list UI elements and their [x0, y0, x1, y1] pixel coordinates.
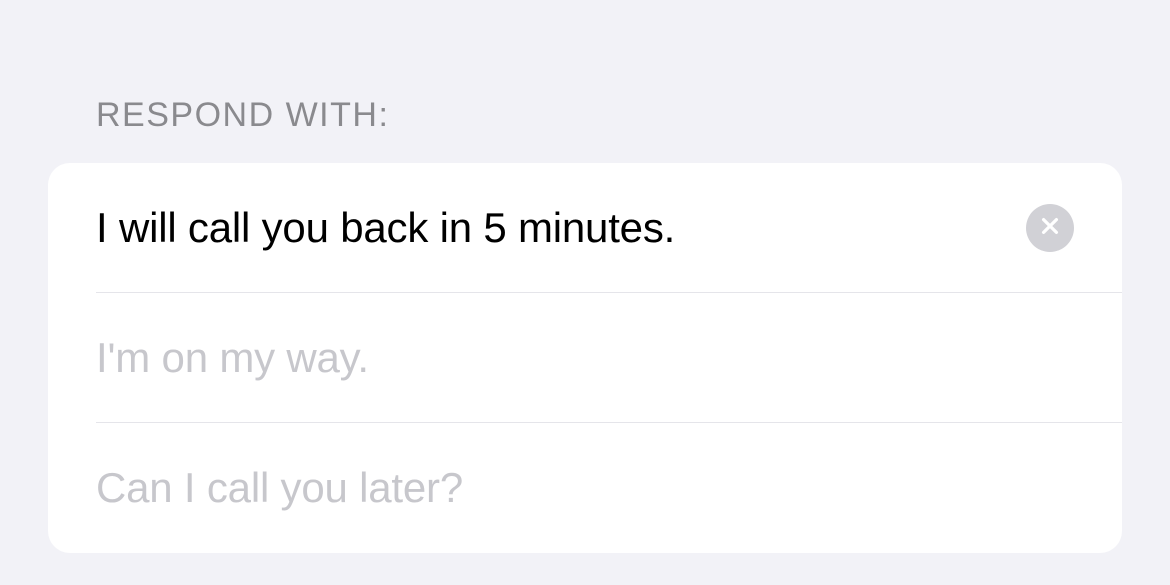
- response-placeholder: Can I call you later?: [96, 464, 1074, 512]
- close-icon: [1039, 215, 1061, 242]
- section-header: Respond with:: [48, 0, 1122, 163]
- response-row-1[interactable]: I'm on my way.: [48, 293, 1122, 423]
- response-placeholder: I'm on my way.: [96, 334, 1074, 382]
- response-row-2[interactable]: Can I call you later?: [48, 423, 1122, 553]
- clear-button[interactable]: [1026, 204, 1074, 252]
- settings-section: Respond with: I will call you back in 5 …: [0, 0, 1170, 553]
- response-row-0[interactable]: I will call you back in 5 minutes.: [48, 163, 1122, 293]
- responses-card: I will call you back in 5 minutes. I'm o…: [48, 163, 1122, 553]
- response-text: I will call you back in 5 minutes.: [96, 204, 1006, 252]
